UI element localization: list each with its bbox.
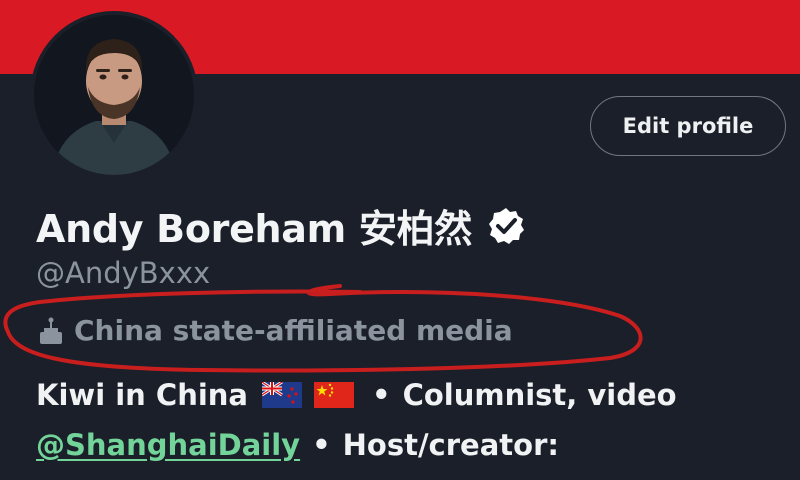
state-affiliated-label[interactable]: China state-affiliated media: [36, 314, 513, 347]
avatar-photo: [34, 15, 194, 175]
new-zealand-flag: [262, 382, 303, 408]
bio-text-host: Host/creator:: [342, 428, 559, 462]
avatar[interactable]: [34, 15, 194, 175]
bio-line-2: @ShanghaiDaily • Host/creator:: [36, 428, 559, 462]
bio-bullet-2: •: [312, 428, 331, 462]
podium-icon: [40, 317, 62, 344]
bio-bullet: •: [372, 378, 391, 412]
bio-line-1: Kiwi in China • Columnist, video: [36, 378, 677, 412]
china-flag: [314, 382, 355, 408]
bio-text-columnist: Columnist, video: [402, 378, 677, 412]
edit-profile-button[interactable]: Edit profile: [590, 96, 786, 156]
display-name: Andy Boreham 安柏然: [36, 207, 472, 251]
affiliation-text: China state-affiliated media: [74, 314, 513, 347]
verified-badge-icon[interactable]: [486, 206, 526, 246]
bio-text-kiwi: Kiwi in China: [36, 378, 249, 412]
display-name-row: Andy Boreham 安柏然: [36, 198, 526, 253]
handle: @AndyBxxx: [36, 256, 211, 290]
mention-link-shanghaidaily[interactable]: @ShanghaiDaily: [36, 428, 300, 462]
